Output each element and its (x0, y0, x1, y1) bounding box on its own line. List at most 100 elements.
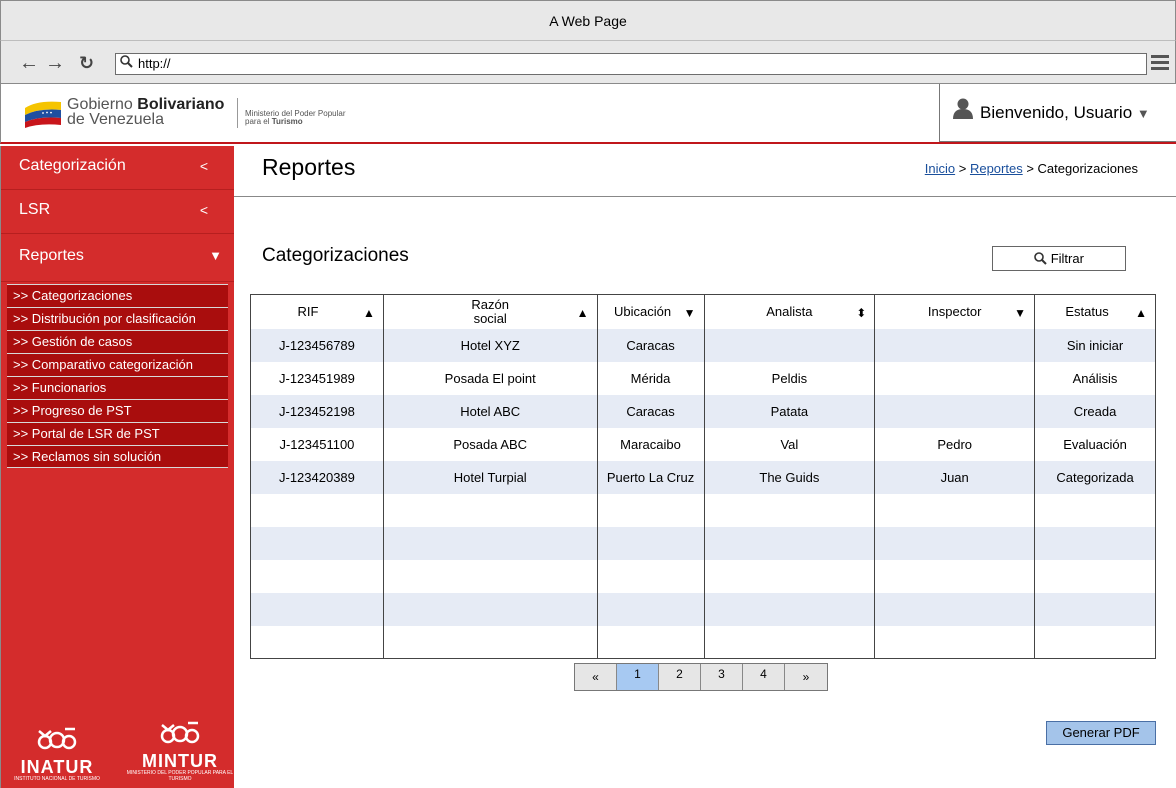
table-header-row: RIF ▲ Razón social ▲ Ubicación ▼ Analista ⬍ … (250, 294, 1156, 329)
table-cell (382, 592, 598, 626)
table-cell: Pedro (874, 427, 1036, 461)
submenu-comparativo[interactable]: >> Comparativo categorización (7, 353, 228, 376)
table-row[interactable]: J-123452198 Hotel ABC Caracas Patata Creada (250, 394, 1156, 428)
submenu-reclamos[interactable]: >> Reclamos sin solución (7, 445, 228, 468)
table-cell (596, 559, 705, 593)
sort-both-icon: ⬍ (856, 306, 867, 320)
pagination-page-2[interactable]: 2 (659, 664, 701, 690)
table-cell: Evaluación (1034, 427, 1156, 461)
breadcrumb-link-inicio[interactable]: Inicio (925, 161, 955, 176)
table-row[interactable]: J-123456789 Hotel XYZ Caracas Sin iniciar (250, 328, 1156, 362)
table-cell (703, 625, 876, 659)
mintur-logo: MINTUR MINISTERIO DEL PODER POPULAR PARA… (125, 721, 235, 782)
chevron-left-icon: < (199, 202, 208, 218)
sort-up-icon: ▲ (362, 306, 375, 320)
reload-icon[interactable]: ↻ (79, 51, 94, 75)
submenu-portal-lsr[interactable]: >> Portal de LSR de PST (7, 422, 228, 445)
table-cell: Juan (874, 460, 1036, 494)
submenu-progreso-pst[interactable]: >> Progreso de PST (7, 399, 228, 422)
sidebar-item-label: Categorización (19, 157, 126, 174)
table-cell (874, 493, 1036, 527)
breadcrumb: Inicio > Reportes > Categorizaciones (925, 161, 1138, 176)
pagination-prev[interactable]: « (575, 664, 617, 690)
submenu-funcionarios[interactable]: >> Funcionarios (7, 376, 228, 399)
column-header-rif[interactable]: RIF ▲ (250, 294, 384, 329)
table-cell (874, 625, 1036, 659)
sidebar-item-reportes[interactable]: Reportes ▼ (1, 234, 234, 282)
breadcrumb-link-reportes[interactable]: Reportes (970, 161, 1023, 176)
breadcrumb-separator-icon: > (1026, 161, 1034, 176)
column-header-inspector[interactable]: Inspector ▼ (874, 294, 1036, 329)
government-name: Gobierno Bolivariano de Venezuela (67, 96, 225, 128)
forward-arrow-icon[interactable]: → (45, 51, 65, 75)
submenu-gestion-casos[interactable]: >> Gestión de casos (7, 330, 228, 353)
url-bar[interactable]: http:// (115, 53, 1147, 75)
table-row[interactable]: J-123451989 Posada El point Mérida Peldis An… (250, 361, 1156, 395)
table-cell (250, 559, 384, 593)
pagination-page-4[interactable]: 4 (743, 664, 785, 690)
table-cell (250, 526, 384, 560)
table-cell (1034, 625, 1156, 659)
table-cell (874, 328, 1036, 362)
table-cell: Análisis (1034, 361, 1156, 395)
table-cell (874, 394, 1036, 428)
pagination-next[interactable]: » (785, 664, 827, 690)
sidebar-item-lsr[interactable]: LSR < (1, 190, 234, 234)
table-cell: J-123456789 (250, 328, 384, 362)
header-divider (237, 98, 238, 128)
pagination-page-1[interactable]: 1 (617, 664, 659, 690)
filter-button[interactable]: Filtrar (992, 246, 1126, 271)
table-row[interactable]: J-123451100 Posada ABC Maracaibo Val Pedro Ev… (250, 427, 1156, 461)
venezuela-flag-logo (25, 101, 61, 128)
sort-down-icon: ▼ (1014, 306, 1027, 320)
generate-pdf-button[interactable]: Generar PDF (1046, 721, 1156, 745)
table-row[interactable] (250, 493, 1156, 527)
table-cell (874, 361, 1036, 395)
submenu-distribucion[interactable]: >> Distribución por clasificación (7, 307, 228, 330)
sidebar: Categorización < LSR < Reportes ▼ >> Cat… (0, 146, 234, 788)
column-header-ubicacion[interactable]: Ubicación ▼ (596, 294, 705, 329)
table-cell (874, 526, 1036, 560)
welcome-text: Bienvenido, Usuario (980, 103, 1133, 122)
back-arrow-icon[interactable]: ← (19, 51, 39, 75)
table-cell: Hotel XYZ (382, 328, 598, 362)
table-row[interactable] (250, 625, 1156, 659)
user-menu[interactable]: Bienvenido, Usuario ▼ (939, 84, 1176, 142)
table-cell: Peldis (703, 361, 876, 395)
table-row[interactable]: J-123420389 Hotel Turpial Puerto La Cruz Th… (250, 460, 1156, 494)
table-cell: Patata (703, 394, 876, 428)
table-row[interactable] (250, 526, 1156, 560)
sort-up-icon: ▲ (1135, 306, 1147, 320)
sort-up-icon: ▲ (576, 306, 589, 320)
table-cell (1034, 592, 1156, 626)
column-header-analista[interactable]: Analista ⬍ (703, 294, 876, 329)
table-cell (874, 559, 1036, 593)
reportes-submenu: >> Categorizaciones >> Distribución por … (1, 284, 234, 468)
table-cell (382, 526, 598, 560)
table-cell (596, 493, 705, 527)
sort-down-icon: ▼ (683, 306, 696, 320)
table-cell (703, 493, 876, 527)
table-cell: Hotel ABC (382, 394, 598, 428)
column-header-estatus[interactable]: Estatus ▲ (1034, 294, 1156, 329)
table-cell (382, 625, 598, 659)
sidebar-item-categorizacion[interactable]: Categorización < (1, 146, 234, 190)
column-header-razon-social[interactable]: Razón social ▲ (382, 294, 598, 329)
page-title: Reportes (262, 154, 356, 180)
table-cell (1034, 493, 1156, 527)
chevron-down-icon: ▼ (209, 248, 222, 263)
chevron-left-icon: < (199, 158, 208, 174)
table-cell (382, 559, 598, 593)
site-header: Gobierno Bolivariano de Venezuela Minist… (0, 84, 1176, 144)
submenu-categorizaciones[interactable]: >> Categorizaciones (7, 284, 228, 307)
pagination-page-3[interactable]: 3 (701, 664, 743, 690)
user-icon (952, 85, 974, 143)
table-row[interactable] (250, 559, 1156, 593)
section-title: Categorizaciones (262, 245, 409, 266)
table-cell: J-123452198 (250, 394, 384, 428)
breadcrumb-separator-icon: > (958, 161, 967, 176)
hamburger-menu-icon[interactable] (1151, 55, 1169, 71)
table-row[interactable] (250, 592, 1156, 626)
table-cell (874, 592, 1036, 626)
table-cell: J-123451989 (250, 361, 384, 395)
